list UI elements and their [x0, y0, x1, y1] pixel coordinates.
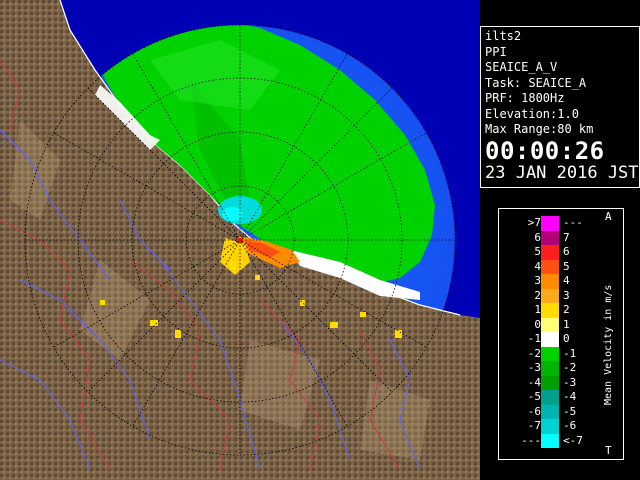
legend-left-label: -2	[527, 346, 541, 360]
radar-site-marker	[238, 238, 242, 242]
legend-right-label: 1	[563, 317, 570, 331]
scan-date: 23 JAN 2016 JST	[485, 162, 639, 183]
legend-top-marker: A	[605, 210, 612, 223]
legend-color-swatch	[541, 303, 559, 318]
legend-right-label: -5	[563, 404, 577, 418]
legend-right-label: -4	[563, 390, 577, 403]
legend-right-label: 2	[563, 303, 570, 316]
legend-color-swatch	[541, 216, 559, 231]
legend-color-swatch	[541, 375, 559, 390]
legend-left-label: >7	[527, 216, 541, 229]
legend-bottom-marker: T	[605, 444, 612, 457]
echo-cyan-core	[222, 207, 242, 221]
legend-left-label: 1	[534, 303, 541, 316]
radar-ppi-display	[0, 0, 480, 480]
legend-left-label: -5	[527, 390, 541, 403]
legend-left-label: 4	[534, 259, 541, 273]
prf-label: PRF: 1800Hz	[485, 91, 565, 105]
legend-color-swatch	[541, 274, 559, 289]
legend-left-label: 2	[534, 288, 541, 302]
legend-left-label: 0	[534, 317, 541, 331]
legend-right-label: <-7	[563, 433, 583, 447]
legend-left-label: -7	[527, 419, 541, 432]
scan-time: 00:00:26	[485, 136, 605, 165]
legend-color-swatch	[541, 361, 559, 376]
legend-right-label: 3	[563, 288, 570, 302]
max-range-label: Max Range:80 km	[485, 122, 594, 136]
legend-left-label: ---	[521, 433, 541, 447]
legend-color-swatch	[541, 230, 559, 245]
task-label: Task: SEAICE_A	[485, 75, 587, 90]
legend-right-label: 5	[563, 259, 570, 273]
velocity-legend: >7 --- 6 7 5 6 4 5 3 4 2 3 1 2 0 1 -1 0 -2 -1 -3 -2 -4 -3 -5 -4 -6…	[498, 208, 624, 460]
radar-name: ilts2	[485, 29, 522, 43]
legend-color-swatch	[541, 288, 559, 303]
legend-right-label: -2	[563, 361, 577, 374]
legend-left-label: -4	[527, 375, 541, 389]
legend-color-swatch	[541, 419, 559, 434]
elevation-label: Elevation:1.0	[485, 106, 579, 121]
legend-left-label: 6	[534, 230, 541, 244]
legend-left-label: 3	[534, 274, 541, 287]
legend-right-label: -1	[563, 346, 577, 360]
info-panel: ilts2 PPI SEAICE_A_V Task: SEAICE_A PRF:…	[480, 26, 640, 188]
legend-color-swatch	[541, 433, 559, 448]
legend-left-label: -3	[527, 361, 541, 374]
legend-color-swatch	[541, 259, 559, 274]
legend-left-label: 5	[534, 245, 541, 258]
legend-title: Mean Velocity in m/s	[603, 284, 614, 405]
legend-color-swatch	[541, 245, 559, 260]
legend-right-label: -6	[563, 419, 577, 432]
legend-left-label: -1	[527, 332, 541, 345]
legend-left-label: -6	[527, 404, 541, 418]
scan-type: PPI	[485, 44, 507, 59]
product-name: SEAICE_A_V	[485, 60, 558, 74]
legend-color-swatch	[541, 346, 559, 361]
legend-color-swatch	[541, 404, 559, 419]
legend-right-label: -3	[563, 375, 577, 389]
legend-color-swatch	[541, 332, 559, 347]
legend-color-swatch	[541, 390, 559, 405]
legend-color-swatch	[541, 317, 559, 332]
legend-right-label: 0	[563, 332, 570, 345]
legend-right-label: 6	[563, 245, 570, 258]
legend-right-label: 7	[563, 230, 570, 244]
legend-right-label: ---	[563, 216, 583, 229]
legend-right-label: 4	[563, 274, 570, 287]
